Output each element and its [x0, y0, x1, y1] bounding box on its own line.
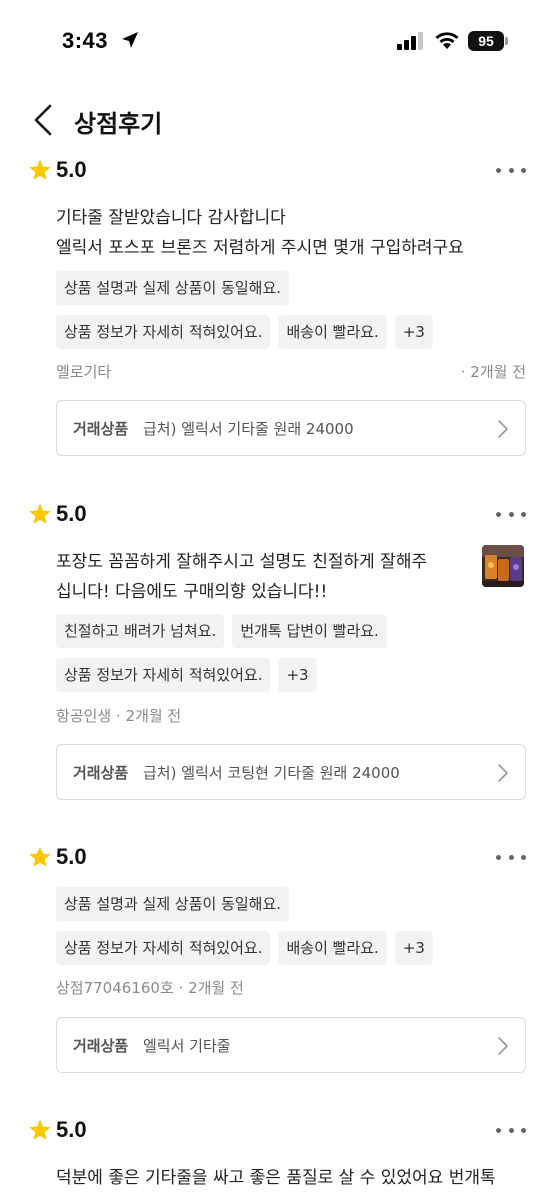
back-button[interactable] — [28, 100, 60, 140]
cellular-signal-icon — [397, 32, 423, 50]
photo-image — [482, 545, 524, 587]
dot — [496, 167, 501, 173]
tag[interactable]: 배송이 빨라요. — [278, 931, 387, 965]
battery-tip — [505, 37, 508, 45]
dot — [508, 1127, 514, 1133]
rating-value: 5.0 — [56, 844, 87, 869]
dot — [496, 511, 501, 517]
tag-row: 상품 정보가 자세히 적혀있어요. +3 — [56, 658, 526, 692]
rating-value: 5.0 — [56, 501, 87, 526]
review-date: · 2개월 전 — [178, 979, 244, 997]
rating-value: 5.0 — [56, 1117, 87, 1142]
dot — [521, 854, 526, 860]
product-label: 거래상품 — [73, 420, 129, 438]
tag[interactable]: 상품 정보가 자세히 적혀있어요. — [56, 315, 271, 349]
reviewer-name-link[interactable]: 항공인생 — [56, 707, 111, 725]
review-date: · 2개월 전 — [460, 363, 526, 381]
tag[interactable]: 상품 정보가 자세히 적혀있어요. — [56, 658, 271, 692]
tag-more[interactable]: +3 — [278, 658, 317, 692]
status-bar: 3:43 95 — [0, 0, 554, 84]
rating-value: 5.0 — [56, 157, 87, 182]
product-label: 거래상품 — [73, 1037, 129, 1055]
review-date: · 2개월 전 — [115, 707, 182, 725]
star-icon — [29, 1119, 51, 1140]
review-item: 5.0 상품 설명과 실제 상품이 동일해요. 상품 정보가 자세히 적혀있어요… — [0, 843, 554, 1083]
tag[interactable]: 배송이 빨라요. — [278, 315, 387, 349]
product-label: 거래상품 — [73, 764, 129, 782]
traded-product-link[interactable]: 거래상품 급처) 엘릭서 코팅현 기타줄 원래 24000 — [56, 744, 526, 800]
tag-more[interactable]: +3 — [394, 315, 433, 349]
rating-row: 5.0 — [28, 843, 87, 871]
chevron-right-icon — [498, 764, 508, 782]
more-options-button[interactable] — [496, 160, 526, 180]
star-icon — [29, 503, 51, 524]
battery-indicator: 95 — [468, 31, 508, 51]
dot — [521, 1127, 526, 1133]
tag-list: 상품 설명과 실제 상품이 동일해요. 상품 정보가 자세히 적혀있어요. 배송… — [56, 271, 526, 359]
traded-product-link[interactable]: 거래상품 급처) 엘릭서 기타줄 원래 24000 — [56, 400, 526, 456]
tag[interactable]: 상품 설명과 실제 상품이 동일해요. — [56, 887, 290, 921]
review-meta: 상점77046160호 · 2개월 전 — [56, 977, 526, 1001]
review-text-line: 엘릭서 포스포 브론즈 저렴하게 주시면 몇개 구입하려구요 — [56, 238, 464, 258]
review-meta: 멜로기타 · 2개월 전 — [56, 361, 526, 385]
review-item: 5.0 포장도 꼼꼼하게 잘해주시고 설명도 친절하게 잘해주 십니다! 다음에… — [0, 500, 554, 800]
rating-row: 5.0 — [28, 500, 87, 528]
reviewer-name[interactable]: 멜로기타 — [56, 361, 111, 382]
tag-row: 상품 정보가 자세히 적혀있어요. 배송이 빨라요. +3 — [56, 931, 526, 965]
page-title: 상점후기 — [74, 110, 163, 138]
review-item: 5.0 기타줄 잘받았습니다 감사합니다 엘릭서 포스포 브론즈 저렴하게 주시… — [0, 156, 554, 456]
tag-more[interactable]: +3 — [394, 931, 433, 965]
chevron-right-icon — [498, 1037, 508, 1055]
product-name: 급처) 엘릭서 기타줄 원래 24000 — [143, 420, 354, 438]
rating-row: 5.0 — [28, 156, 87, 184]
dot — [521, 167, 526, 173]
wifi-icon — [435, 32, 459, 49]
battery-level: 95 — [478, 33, 494, 49]
header: 상점후기 — [0, 96, 554, 144]
dot — [496, 854, 501, 860]
star-icon — [29, 159, 51, 180]
review-meta: 항공인생 · 2개월 전 — [56, 705, 526, 729]
more-options-button[interactable] — [496, 504, 526, 524]
more-options-button[interactable] — [496, 1120, 526, 1140]
status-time: 3:43 — [62, 28, 109, 53]
review-text-line: 포장도 꼼꼼하게 잘해주시고 설명도 친절하게 잘해주 — [56, 552, 428, 572]
review-text: 기타줄 잘받았습니다 감사합니다 엘릭서 포스포 브론즈 저렴하게 주시면 몇개… — [56, 203, 464, 263]
dot — [508, 854, 514, 860]
tag[interactable]: 번개톡 답변이 빨라요. — [232, 614, 387, 648]
more-options-button[interactable] — [496, 847, 526, 867]
review-text: 포장도 꼼꼼하게 잘해주시고 설명도 친절하게 잘해주 십니다! 다음에도 구매… — [56, 547, 427, 607]
tag[interactable]: 친절하고 배려가 넘쳐요. — [56, 614, 225, 648]
dot — [521, 511, 526, 517]
location-arrow-icon — [122, 32, 138, 48]
reviewer-name: 항공인생 · 2개월 전 — [56, 705, 181, 726]
product-name: 급처) 엘릭서 코팅현 기타줄 원래 24000 — [143, 764, 400, 782]
review-photo-thumbnail[interactable] — [482, 545, 524, 587]
tag-list: 친절하고 배려가 넘쳐요. 번개톡 답변이 빨라요. 상품 정보가 자세히 적혀… — [56, 614, 526, 702]
reviewer-name: 상점77046160호 · 2개월 전 — [56, 977, 244, 998]
tag-row: 상품 설명과 실제 상품이 동일해요. — [56, 271, 526, 305]
chevron-right-icon — [498, 420, 508, 438]
star-icon — [29, 846, 51, 867]
review-text-line: 십니다! 다음에도 구매의향 있습니다!! — [56, 582, 328, 602]
review-text-line: 덕분에 좋은 기타줄을 싸고 좋은 품질로 살 수 있었어요 번개톡 — [56, 1168, 496, 1188]
tag-row: 친절하고 배려가 넘쳐요. 번개톡 답변이 빨라요. — [56, 614, 526, 648]
dot — [508, 167, 514, 173]
reviewer-name-link[interactable]: 상점77046160호 — [56, 979, 174, 997]
dot — [508, 511, 514, 517]
tag[interactable]: 상품 설명과 실제 상품이 동일해요. — [56, 271, 290, 305]
dot — [496, 1127, 501, 1133]
review-text-line: 기타줄 잘받았습니다 감사합니다 — [56, 208, 286, 228]
review-item: 5.0 덕분에 좋은 기타줄을 싸고 좋은 품질로 살 수 있었어요 번개톡 — [0, 1116, 554, 1200]
tag-row: 상품 정보가 자세히 적혀있어요. 배송이 빨라요. +3 — [56, 315, 526, 349]
product-name: 엘릭서 기타줄 — [143, 1037, 231, 1055]
tag-row: 상품 설명과 실제 상품이 동일해요. — [56, 887, 526, 921]
traded-product-link[interactable]: 거래상품 엘릭서 기타줄 — [56, 1017, 526, 1073]
review-text: 덕분에 좋은 기타줄을 싸고 좋은 품질로 살 수 있었어요 번개톡 — [56, 1163, 496, 1193]
tag[interactable]: 상품 정보가 자세히 적혀있어요. — [56, 931, 271, 965]
rating-row: 5.0 — [28, 1116, 87, 1144]
tag-list: 상품 설명과 실제 상품이 동일해요. 상품 정보가 자세히 적혀있어요. 배송… — [56, 887, 526, 975]
